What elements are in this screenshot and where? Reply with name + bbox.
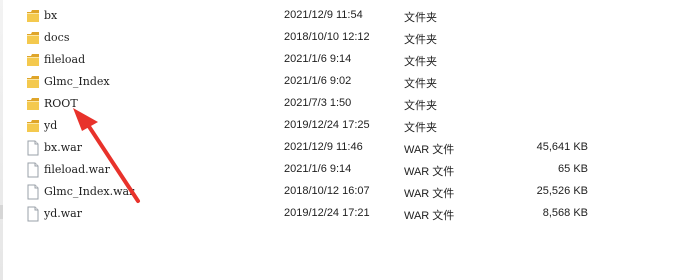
file-type: WAR 文件 [404,188,455,200]
file-type: 文件夹 [404,56,437,68]
file-modified-date: 2021/7/3 1:50 [284,97,352,109]
folder-icon [26,118,40,134]
file-modified-date: 2021/1/6 9:14 [284,163,352,175]
file-modified-date: 2021/12/9 11:46 [284,141,363,153]
file-size: 45,641 KB [536,141,588,153]
file-name: fileload [44,53,86,66]
file-modified-date: 2021/1/6 9:02 [284,75,352,87]
file-size: 25,526 KB [536,185,588,197]
file-modified-date: 2019/12/24 17:21 [284,207,370,219]
list-item[interactable]: yd.war 2019/12/24 17:21 WAR 文件 8,568 KB [0,203,700,225]
list-item[interactable]: bx.war 2021/12/9 11:46 WAR 文件 45,641 KB [0,137,700,159]
folder-icon [26,74,40,90]
list-item[interactable]: docs 2018/10/10 12:12 文件夹 [0,27,700,49]
list-item[interactable]: yd 2019/12/24 17:25 文件夹 [0,115,700,137]
file-size: 8,568 KB [542,207,588,219]
file-type: 文件夹 [404,34,437,46]
file-list[interactable]: bx 2021/12/9 11:54 文件夹 docs 2018/10/10 12:12… [0,5,700,225]
file-modified-date: 2018/10/12 16:07 [284,185,370,197]
file-modified-date: 2021/12/9 11:54 [284,9,363,21]
file-name: Glmc_Index [44,75,110,88]
file-name: fileload.war [44,163,110,176]
file-type: WAR 文件 [404,166,455,178]
file-type: WAR 文件 [404,210,455,222]
list-item[interactable]: fileload.war 2021/1/6 9:14 WAR 文件 65 KB [0,159,700,181]
file-modified-date: 2018/10/10 12:12 [284,31,370,43]
list-item[interactable]: bx 2021/12/9 11:54 文件夹 [0,5,700,27]
list-item[interactable]: fileload 2021/1/6 9:14 文件夹 [0,49,700,71]
file-name: ROOT [44,97,78,110]
file-name: bx.war [44,141,82,154]
file-modified-date: 2021/1/6 9:14 [284,53,352,65]
file-modified-date: 2019/12/24 17:25 [284,119,370,131]
file-size: 65 KB [558,163,588,175]
list-item[interactable]: Glmc_Index.war 2018/10/12 16:07 WAR 文件 25,5… [0,181,700,203]
folder-icon [26,30,40,46]
file-icon [26,206,40,222]
list-item[interactable]: Glmc_Index 2021/1/6 9:02 文件夹 [0,71,700,93]
file-name: Glmc_Index.war [44,185,135,198]
folder-icon [26,8,40,24]
file-name: yd.war [44,207,82,220]
file-icon [26,184,40,200]
folder-icon [26,52,40,68]
file-type: 文件夹 [404,12,437,24]
file-type: 文件夹 [404,78,437,90]
file-name: yd [44,119,58,132]
list-item[interactable]: ROOT 2021/7/3 1:50 文件夹 [0,93,700,115]
file-name: bx [44,9,58,22]
file-name: docs [44,31,70,44]
file-type: 文件夹 [404,122,437,134]
file-icon [26,162,40,178]
folder-icon [26,96,40,112]
file-icon [26,140,40,156]
file-type: WAR 文件 [404,144,455,156]
file-type: 文件夹 [404,100,437,112]
